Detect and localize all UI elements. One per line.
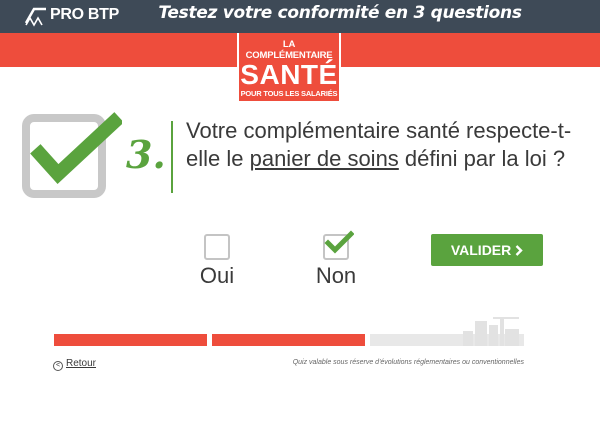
checkbox-icon[interactable] (204, 234, 230, 260)
disclaimer-text: Quiz valable sous réserve d'évolutions r… (292, 359, 524, 366)
logo-text: PRO BTP (50, 6, 120, 23)
badge-line-1: LA COMPLÉMENTAIRE (245, 39, 333, 61)
page-title: Testez votre conformité en 3 questions (158, 3, 522, 23)
question-divider (171, 121, 173, 193)
checkmark-icon (324, 230, 354, 254)
checkbox-icon[interactable] (323, 230, 354, 260)
back-link[interactable]: < Retour (53, 358, 96, 371)
question-text-end: défini par la loi ? (398, 146, 566, 171)
badge-line-3: POUR TOUS LES SALARIÉS (240, 89, 338, 98)
answer-oui-label: Oui (199, 263, 235, 288)
valider-button[interactable]: VALIDER (431, 234, 543, 266)
complementaire-sante-badge: LA COMPLÉMENTAIRE SANTÉ POUR TOUS LES SA… (237, 33, 341, 103)
probtp-logo-icon (24, 7, 46, 27)
top-bar: PRO BTP Testez votre conformité en 3 que… (0, 0, 600, 33)
panier-de-soins-link[interactable]: panier de soins (250, 146, 399, 171)
answer-non[interactable]: Non (308, 230, 364, 289)
progress-step-1 (54, 334, 207, 346)
answer-oui[interactable]: Oui (192, 234, 242, 289)
back-arrow-icon: < (53, 361, 63, 371)
city-skyline-icon (463, 317, 519, 346)
progress-bar (54, 334, 524, 346)
answer-non-label: Non (315, 263, 357, 288)
large-checkmark-icon (22, 112, 122, 198)
question-number: 3. (126, 132, 166, 177)
chevron-right-icon (515, 245, 523, 256)
question-text: Votre complémentaire santé respecte-t-el… (186, 117, 586, 173)
progress-step-2 (212, 334, 365, 346)
back-label: Retour (66, 358, 97, 369)
badge-line-2: SANTÉ (240, 59, 338, 90)
probtp-logo[interactable]: PRO BTP (24, 4, 124, 28)
valider-label: VALIDER (450, 242, 512, 258)
